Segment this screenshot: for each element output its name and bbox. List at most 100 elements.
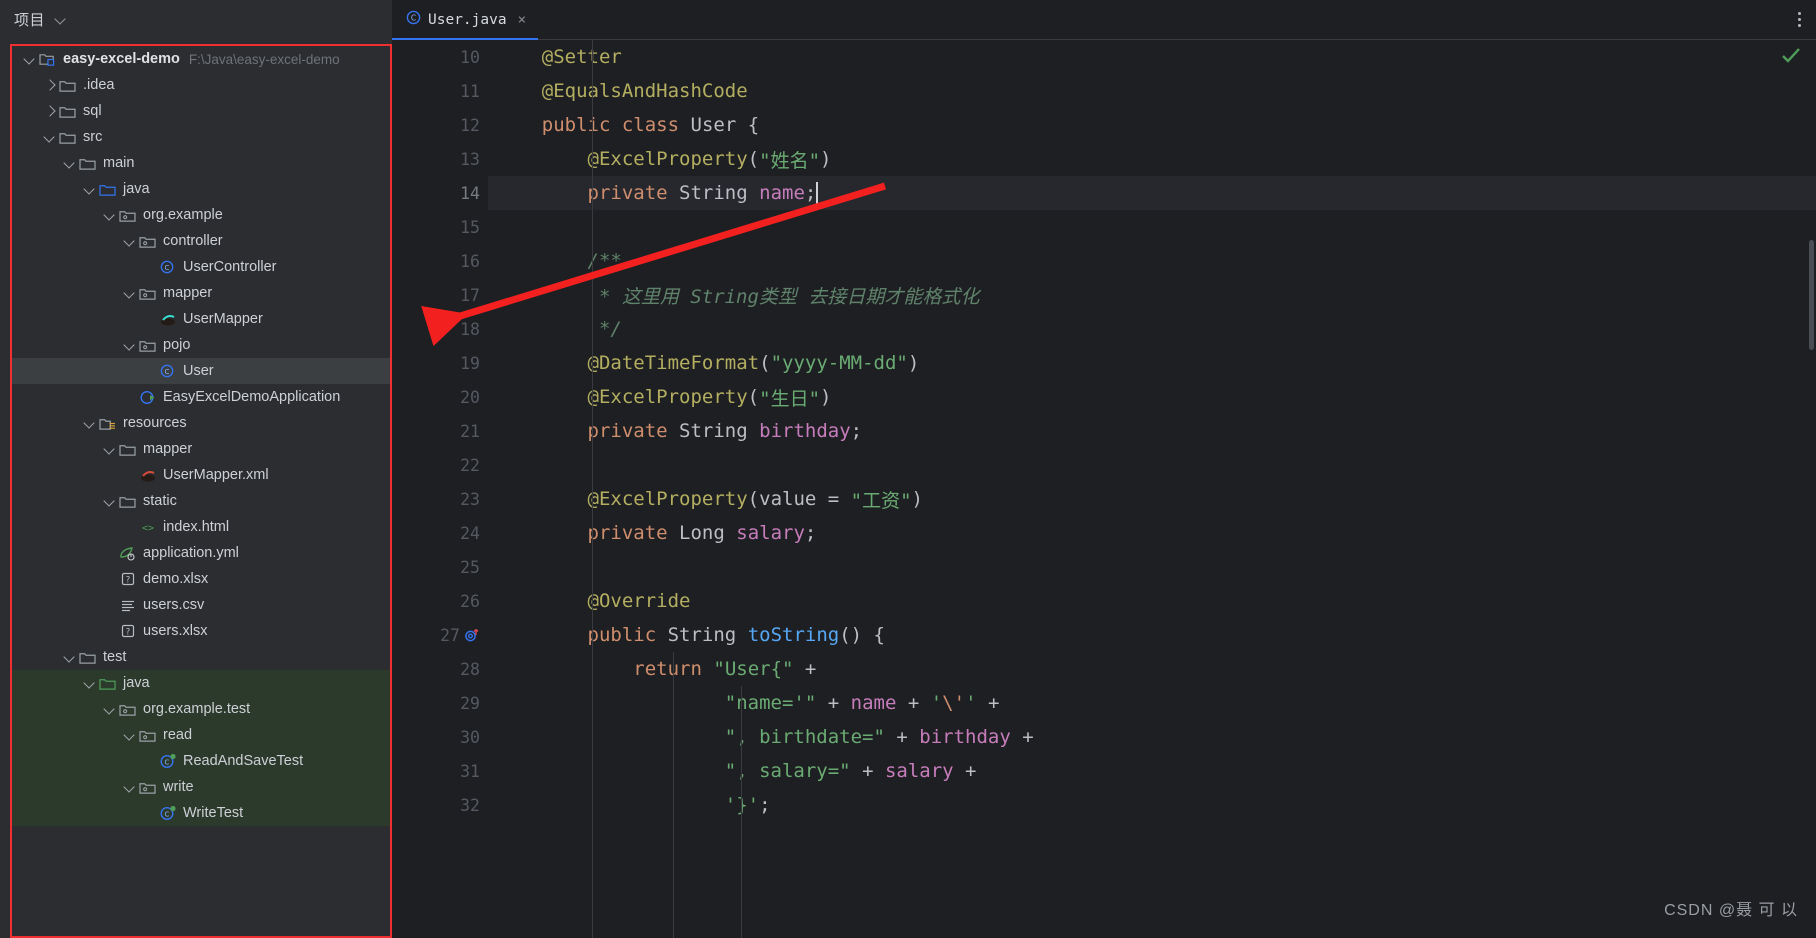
chevron-down-icon[interactable] <box>82 181 98 197</box>
tree-row-test[interactable]: test <box>12 644 390 670</box>
tree-row-resources[interactable]: resources <box>12 410 390 436</box>
tree-row-easy-excel-demo[interactable]: easy-excel-demo F:\Java\easy-excel-demo <box>12 46 390 72</box>
tree-row-java[interactable]: java <box>12 176 390 202</box>
tree-row-user[interactable]: C User <box>12 358 390 384</box>
line-number-22[interactable]: 22 <box>392 448 488 482</box>
line-number-13[interactable]: 13 <box>392 142 488 176</box>
tree-row-demo.xlsx[interactable]: ? demo.xlsx <box>12 566 390 592</box>
tree-row-org.example.test[interactable]: org.example.test <box>12 696 390 722</box>
code-line-21[interactable]: private String birthday; <box>488 414 1816 448</box>
chevron-down-icon[interactable] <box>122 779 138 795</box>
line-number-11[interactable]: 11 <box>392 74 488 108</box>
tree-row-mapper[interactable]: mapper <box>12 436 390 462</box>
chevron-down-icon[interactable] <box>82 415 98 431</box>
line-number-16[interactable]: 16 <box>392 244 488 278</box>
tree-row-pojo[interactable]: pojo <box>12 332 390 358</box>
chevron-down-icon[interactable] <box>102 701 118 717</box>
tree-row-java[interactable]: java <box>12 670 390 696</box>
chevron-down-icon[interactable] <box>62 155 78 171</box>
line-number-10[interactable]: 10 <box>392 40 488 74</box>
code-line-29[interactable]: "name='" + name + ' \' ' + <box>488 686 1816 720</box>
line-number-24[interactable]: 24 <box>392 516 488 550</box>
code-line-18[interactable]: */ <box>488 312 1816 346</box>
line-number-25[interactable]: 25 <box>392 550 488 584</box>
tree-row-easyexceldemoapplication[interactable]: EasyExcelDemoApplication <box>12 384 390 410</box>
project-tree[interactable]: easy-excel-demo F:\Java\easy-excel-demo .i… <box>12 46 390 826</box>
code-line-20[interactable]: @ExcelProperty("生日") <box>488 380 1816 414</box>
tree-row-usercontroller[interactable]: C UserController <box>12 254 390 280</box>
chevron-down-icon[interactable] <box>22 51 38 67</box>
line-number-26[interactable]: 26 <box>392 584 488 618</box>
chevron-down-icon[interactable] <box>55 13 67 25</box>
code-line-13[interactable]: @ExcelProperty("姓名") <box>488 142 1816 176</box>
tree-row-write[interactable]: write <box>12 774 390 800</box>
line-number-14[interactable]: 14 <box>392 176 488 210</box>
line-number-23[interactable]: 23 <box>392 482 488 516</box>
chevron-down-icon[interactable] <box>62 649 78 665</box>
code-line-14[interactable]: private String name; <box>488 176 1816 210</box>
code-line-10[interactable]: @Setter <box>488 40 1816 74</box>
line-number-29[interactable]: 29 <box>392 686 488 720</box>
tree-row-main[interactable]: main <box>12 150 390 176</box>
code-line-15[interactable] <box>488 210 1816 244</box>
chevron-down-icon[interactable] <box>122 337 138 353</box>
code-line-12[interactable]: public class User { <box>488 108 1816 142</box>
line-number-21[interactable]: 21 <box>392 414 488 448</box>
chevron-right-icon[interactable] <box>42 77 58 93</box>
more-vertical-icon[interactable] <box>1782 0 1816 40</box>
code-line-24[interactable]: private Long salary; <box>488 516 1816 550</box>
code-line-22[interactable] <box>488 448 1816 482</box>
chevron-down-icon[interactable] <box>102 493 118 509</box>
close-icon[interactable]: × <box>518 12 526 28</box>
chevron-down-icon[interactable] <box>122 285 138 301</box>
chevron-down-icon[interactable] <box>102 441 118 457</box>
line-number-30[interactable]: 30 <box>392 720 488 754</box>
tree-row-application.yml[interactable]: application.yml <box>12 540 390 566</box>
tree-row-controller[interactable]: controller <box>12 228 390 254</box>
line-number-12[interactable]: 12 <box>392 108 488 142</box>
code-line-16[interactable]: /** <box>488 244 1816 278</box>
tree-row-usermapper.xml[interactable]: UserMapper.xml <box>12 462 390 488</box>
tree-row-static[interactable]: static <box>12 488 390 514</box>
tree-row-mapper[interactable]: mapper <box>12 280 390 306</box>
chevron-down-icon[interactable] <box>122 233 138 249</box>
override-method-icon[interactable] <box>464 627 480 643</box>
tree-row-users.xlsx[interactable]: ? users.xlsx <box>12 618 390 644</box>
code-line-19[interactable]: @DateTimeFormat("yyyy-MM-dd") <box>488 346 1816 380</box>
line-number-31[interactable]: 31 <box>392 754 488 788</box>
chevron-down-icon[interactable] <box>102 207 118 223</box>
line-number-17[interactable]: 17 <box>392 278 488 312</box>
editor-tab-user-java[interactable]: C User.java × <box>392 0 539 41</box>
tree-row-index.html[interactable]: <> index.html <box>12 514 390 540</box>
code-line-28[interactable]: return "User{" + <box>488 652 1816 686</box>
tree-row-writetest[interactable]: C WriteTest <box>12 800 390 826</box>
code-line-27[interactable]: public String toString() { <box>488 618 1816 652</box>
tree-row-org.example[interactable]: org.example <box>12 202 390 228</box>
code-line-32[interactable]: '}'; <box>488 788 1816 822</box>
line-number-19[interactable]: 19 <box>392 346 488 380</box>
checkmark-ok-icon[interactable] <box>1780 46 1802 69</box>
tree-row-readandsavetest[interactable]: C ReadAndSaveTest <box>12 748 390 774</box>
line-number-27[interactable]: 27 <box>392 618 488 652</box>
tree-row-read[interactable]: read <box>12 722 390 748</box>
code-line-31[interactable]: ", salary=" + salary + <box>488 754 1816 788</box>
line-number-32[interactable]: 32 <box>392 788 488 822</box>
line-number-28[interactable]: 28 <box>392 652 488 686</box>
tree-row-.idea[interactable]: .idea <box>12 72 390 98</box>
tree-row-src[interactable]: src <box>12 124 390 150</box>
chevron-down-icon[interactable] <box>82 675 98 691</box>
chevron-right-icon[interactable] <box>42 103 58 119</box>
editor-gutter[interactable]: 10 11 12 13 14 15 16 17 18 19 20 21 22 23 24 25 26 27 28 29… <box>392 40 488 938</box>
code-line-23[interactable]: @ExcelProperty(value = "工资") <box>488 482 1816 516</box>
code-line-25[interactable] <box>488 550 1816 584</box>
vertical-scrollbar[interactable] <box>1809 240 1814 350</box>
code-line-11[interactable]: @EqualsAndHashCode <box>488 74 1816 108</box>
tree-row-users.csv[interactable]: users.csv <box>12 592 390 618</box>
editor-code-column[interactable]: @Setter @EqualsAndHashCode public class … <box>488 40 1816 938</box>
tree-row-usermapper[interactable]: UserMapper <box>12 306 390 332</box>
code-line-26[interactable]: @Override <box>488 584 1816 618</box>
line-number-15[interactable]: 15 <box>392 210 488 244</box>
code-line-17[interactable]: * 这里用 String类型 去接日期才能格式化 <box>488 278 1816 312</box>
chevron-down-icon[interactable] <box>122 727 138 743</box>
tree-row-sql[interactable]: sql <box>12 98 390 124</box>
